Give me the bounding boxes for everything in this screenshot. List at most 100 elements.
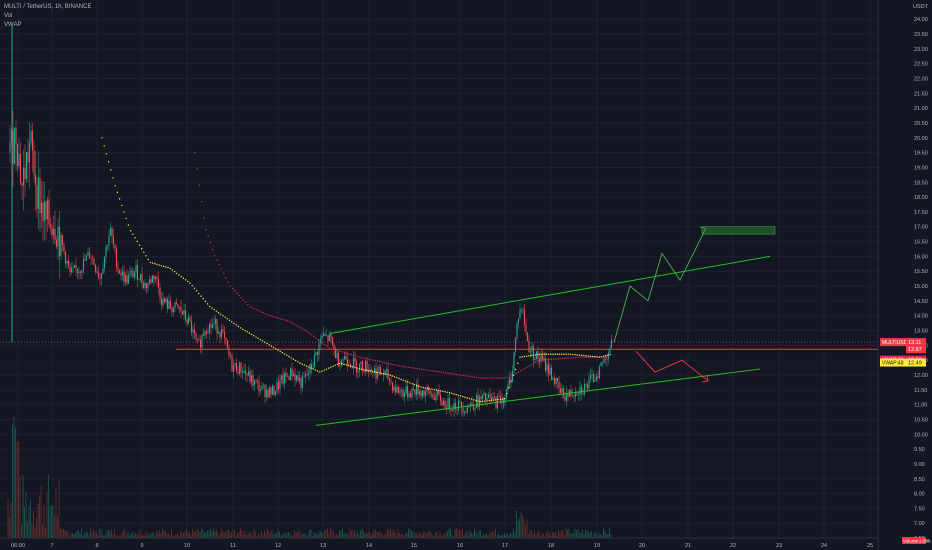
volume-bar: [72, 533, 73, 538]
vwap-48-line-dot: [378, 372, 380, 374]
price-tick-label: 20.50: [914, 121, 928, 127]
candle-body: [516, 322, 518, 338]
candle-body: [147, 283, 149, 289]
candle-body: [171, 308, 173, 313]
volume-bar: [30, 499, 31, 538]
volume-bar: [184, 531, 186, 538]
vwap-48-line-dot: [418, 385, 420, 388]
candle-body: [559, 388, 562, 393]
vwap-96-line-dot: [546, 358, 548, 361]
candle-body: [421, 390, 424, 397]
volume-bar: [211, 531, 213, 538]
candle-body: [232, 365, 235, 372]
volume-bar: [459, 529, 460, 538]
vwap-48-line-dot: [475, 399, 477, 402]
volume-bar: [96, 532, 97, 538]
volume-bar: [193, 530, 195, 538]
candle-body: [342, 359, 344, 361]
volume-bar: [225, 532, 226, 538]
vwap-48-line-dot: [565, 353, 567, 355]
volume-bar: [582, 529, 583, 538]
candle-body: [441, 401, 443, 406]
volume-bar: [27, 521, 28, 538]
volume-bar: [276, 532, 277, 538]
candle-body: [532, 346, 535, 360]
volume-bar: [565, 528, 567, 538]
volume-bar: [498, 533, 499, 538]
candle-body: [298, 378, 301, 381]
volume-bar: [525, 525, 526, 538]
price-tick-label: 18.00: [914, 195, 928, 201]
vwap-48-line-dot: [556, 353, 559, 355]
volume-bar: [604, 531, 606, 538]
candle-body: [210, 323, 212, 328]
vwap-96-line-dot: [460, 374, 462, 376]
vwap-48-line-dot: [193, 287, 196, 289]
vwap-48-line-dot: [268, 344, 270, 346]
volume-indicator-label[interactable]: Vol: [4, 12, 91, 21]
volume-bar: [426, 534, 427, 538]
vwap-48-line-dot: [270, 345, 273, 347]
vwap-48-line-dot: [591, 355, 594, 358]
candle-body: [15, 127, 17, 144]
candlestick-chart[interactable]: USDT6.507.007.508.008.509.009.5010.0010.…: [0, 0, 932, 550]
volume-bar: [79, 533, 81, 538]
candle-body: [196, 338, 199, 341]
volume-bar: [519, 518, 520, 538]
volume-bar: [381, 532, 382, 538]
candle-body: [22, 167, 25, 186]
vwap-96-line-dot: [585, 356, 588, 358]
vwap-indicator-label[interactable]: VWAP: [4, 21, 91, 30]
volume-bar: [165, 530, 166, 538]
volume-bar: [553, 532, 555, 538]
vwap-48-line-dot: [255, 336, 257, 338]
volume-bar: [429, 530, 430, 538]
candle-body: [610, 339, 613, 348]
time-tick-label: 7: [50, 543, 53, 549]
price-label: VWAP:48 12.49: [880, 358, 926, 367]
vwap-48-line-dot: [435, 389, 438, 391]
vwap-96-line-dot: [405, 366, 407, 368]
channel-upper-line: [329, 255, 771, 334]
candle-body: [453, 402, 455, 411]
candle-body: [346, 359, 349, 365]
vwap-48-line-dot: [107, 161, 110, 163]
vwap-96-line-dot: [306, 331, 308, 333]
vwap-48-line-dot: [165, 266, 167, 268]
candle-body: [345, 356, 347, 360]
vwap-96-line-dot: [577, 356, 579, 359]
vwap-96-line-dot: [247, 303, 249, 306]
candle-body: [295, 375, 298, 380]
candle-body: [205, 331, 208, 334]
vwap-96-line-dot: [308, 332, 311, 334]
vwap-96-line-dot: [407, 366, 410, 369]
volume-bar: [390, 528, 391, 538]
vwap-48-line-dot: [228, 319, 231, 322]
vwap-48-line-dot: [312, 368, 314, 370]
candle-body: [405, 386, 407, 394]
candle-body: [103, 256, 106, 269]
volume-bar: [199, 532, 201, 538]
volume-bar: [78, 530, 79, 538]
volume-bar: [277, 528, 279, 538]
candle-body: [490, 396, 493, 400]
candle-body: [124, 275, 127, 283]
vwap-48-line-dot: [250, 333, 253, 336]
candle-body: [27, 152, 29, 163]
candle-body: [30, 130, 32, 143]
volume-bar: [265, 533, 267, 538]
volume-bar: [31, 522, 33, 538]
vwap-96-line-dot: [368, 358, 370, 360]
candle-body: [375, 368, 377, 379]
symbol-title: MULTI / TetherUS, 1h, BINANCE: [4, 4, 92, 10]
vwap-48-line-dot: [563, 353, 565, 355]
candle-body: [480, 396, 482, 400]
candle-body: [258, 381, 260, 392]
candle-body: [553, 378, 556, 384]
vwap-96-line-dot: [284, 319, 286, 321]
volume-bar: [594, 532, 595, 538]
candle-body: [597, 376, 599, 378]
volume-bar: [90, 528, 91, 538]
vwap-96-line-dot: [471, 376, 473, 378]
candle-body: [502, 398, 505, 404]
